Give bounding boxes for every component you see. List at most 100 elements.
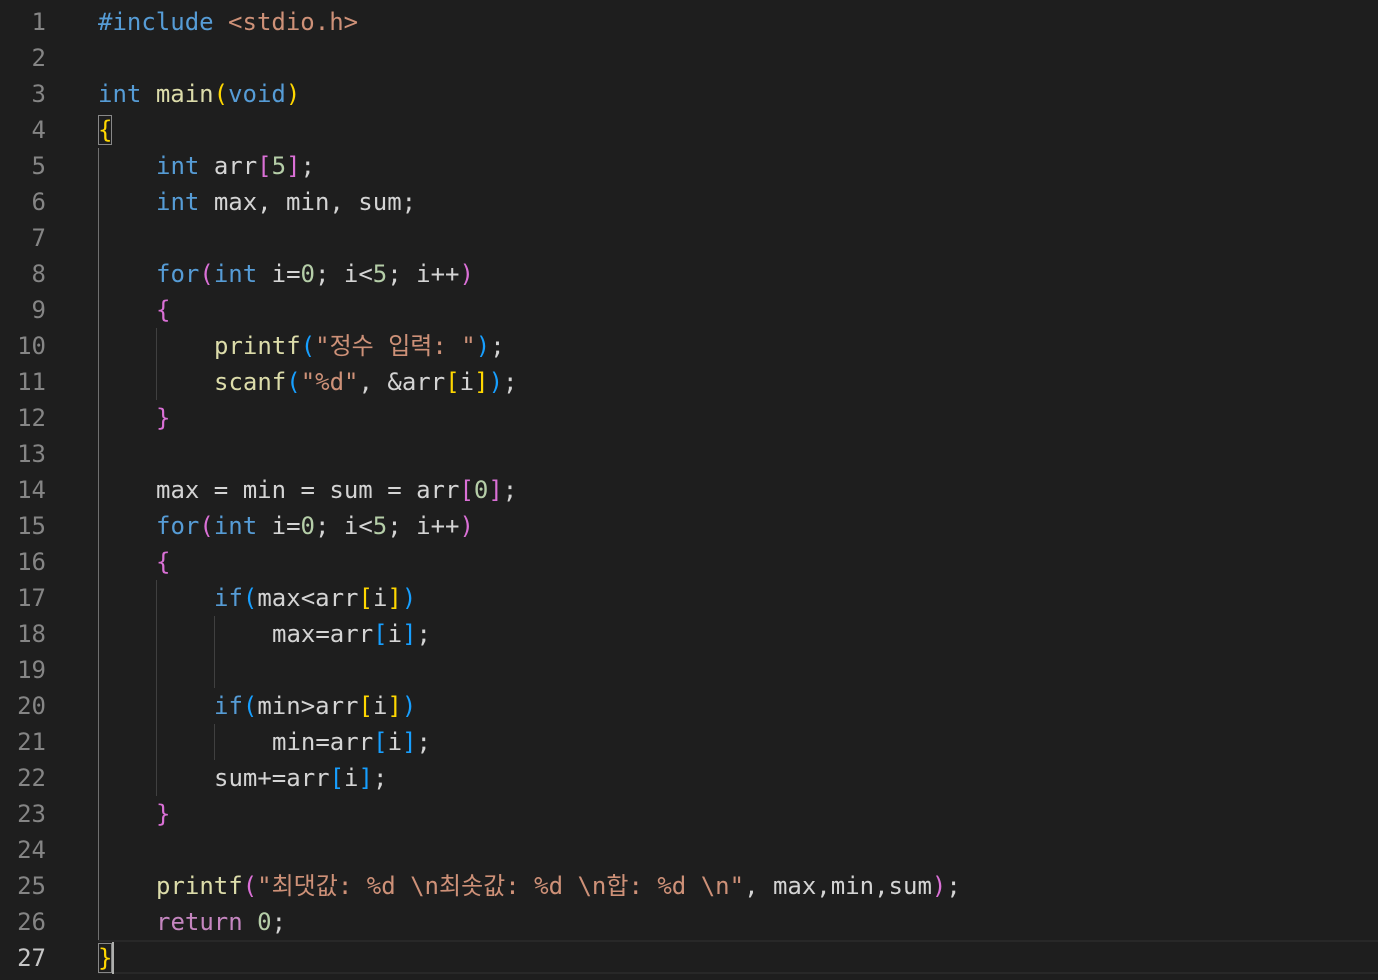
line-number: 12	[17, 404, 46, 432]
bracket: [	[358, 584, 373, 612]
identifier: ; i<	[314, 260, 373, 288]
punctuation: ;	[372, 764, 388, 792]
line-number: 9	[31, 296, 46, 324]
bracket: ]	[387, 584, 402, 612]
identifier: ; i++	[387, 260, 460, 288]
code-line: for(int i=0; i<5; i++)	[156, 508, 474, 544]
function-name: main	[155, 80, 214, 108]
line-number: 24	[17, 836, 46, 864]
identifier: max=arr	[272, 620, 374, 648]
code-line: printf("정수 입력: ");	[214, 328, 505, 364]
code-line: min=arr[i];	[272, 724, 431, 760]
number-literal: 0	[473, 476, 489, 504]
bracket: (	[213, 80, 229, 108]
line-number: 18	[17, 620, 46, 648]
identifier: , &arr	[358, 368, 446, 396]
punctuation: ;	[271, 908, 287, 936]
punctuation: ;	[416, 728, 431, 756]
code-line: sum+=arr[i];	[214, 760, 387, 796]
identifier: i	[387, 728, 403, 756]
code-line: {	[156, 544, 170, 580]
bracket: {	[156, 296, 171, 324]
bracket: ]	[474, 368, 489, 396]
number-literal: 5	[271, 152, 287, 180]
bracket: )	[475, 332, 491, 360]
line-number: 17	[17, 584, 46, 612]
function-name: scanf	[214, 368, 287, 396]
punctuation: ;	[946, 872, 961, 900]
identifier: i=	[271, 512, 301, 540]
line-number: 5	[31, 152, 46, 180]
identifier: i	[387, 620, 403, 648]
bracket: )	[459, 512, 474, 540]
line-number: 22	[17, 764, 46, 792]
bracket: [	[445, 368, 460, 396]
identifier: i	[372, 584, 388, 612]
keyword: if	[214, 584, 243, 612]
bracket: (	[242, 584, 258, 612]
bracket: (	[242, 692, 258, 720]
line-number: 6	[31, 188, 46, 216]
keyword: int	[213, 260, 258, 288]
keyword: void	[228, 80, 286, 108]
punctuation: ;	[416, 620, 431, 648]
identifier: max<arr	[257, 584, 359, 612]
code-line-current: }	[98, 940, 112, 976]
code-editor[interactable]: 1 2 3 4 5 6 7 8 9 10 11 12 13 14 15 16 1…	[0, 0, 1378, 980]
code-line: #include <stdio.h>	[98, 4, 358, 40]
bracket: [	[373, 728, 388, 756]
number-literal: 0	[300, 260, 315, 288]
string-literal: "최댓값: %d \n최솟값: %d \n합: %d \n"	[257, 872, 745, 900]
line-number: 16	[17, 548, 46, 576]
function-name: printf	[156, 872, 243, 900]
text-cursor	[112, 942, 114, 974]
line-number: 8	[31, 260, 46, 288]
punctuation: ;	[502, 476, 518, 504]
punctuation: ;	[503, 368, 518, 396]
line-number: 26	[17, 908, 46, 936]
keyword: int	[98, 80, 142, 108]
punctuation: ;	[490, 332, 505, 360]
line-number: 21	[17, 728, 46, 756]
line-number: 2	[31, 44, 46, 72]
identifier: min>arr	[257, 692, 359, 720]
bracket: ]	[402, 620, 417, 648]
line-number: 14	[17, 476, 46, 504]
identifier: ; i<	[314, 512, 373, 540]
identifier: max, min, sum;	[213, 188, 417, 216]
bracket: ]	[286, 152, 301, 180]
line-number: 10	[17, 332, 46, 360]
bracket: }	[156, 800, 171, 828]
keyword: for	[156, 512, 200, 540]
identifier: ; i++	[387, 512, 460, 540]
code-line: if(max<arr[i])	[214, 580, 416, 616]
identifier: arr	[213, 152, 258, 180]
code-line: max=arr[i];	[272, 616, 431, 652]
bracket: )	[459, 260, 474, 288]
code-line: }	[156, 400, 170, 436]
bracket: ]	[387, 692, 402, 720]
code-line: {	[98, 112, 112, 148]
line-number: 1	[31, 8, 46, 36]
code-line: {	[156, 292, 170, 328]
number-literal: 5	[372, 512, 388, 540]
line-number: 25	[17, 872, 46, 900]
code-line: int main(void)	[98, 76, 300, 112]
number-literal: 0	[300, 512, 315, 540]
preprocessor-directive: #include	[98, 8, 214, 36]
code-line: int max, min, sum;	[156, 184, 416, 220]
bracket: {	[156, 548, 171, 576]
identifier: i	[344, 764, 359, 792]
line-number: 19	[17, 656, 46, 684]
function-name: printf	[214, 332, 301, 360]
line-number: 7	[31, 224, 46, 252]
code-line: printf("최댓값: %d \n최솟값: %d \n합: %d \n", m…	[156, 868, 961, 904]
number-literal: 5	[372, 260, 388, 288]
code-area[interactable]: #include <stdio.h> int main(void) { int …	[98, 0, 1378, 980]
bracket: (	[300, 332, 316, 360]
bracket: [	[358, 692, 373, 720]
bracket: (	[199, 512, 214, 540]
bracket: [	[373, 620, 388, 648]
line-number-current: 27	[17, 944, 46, 972]
bracket: }	[156, 404, 171, 432]
